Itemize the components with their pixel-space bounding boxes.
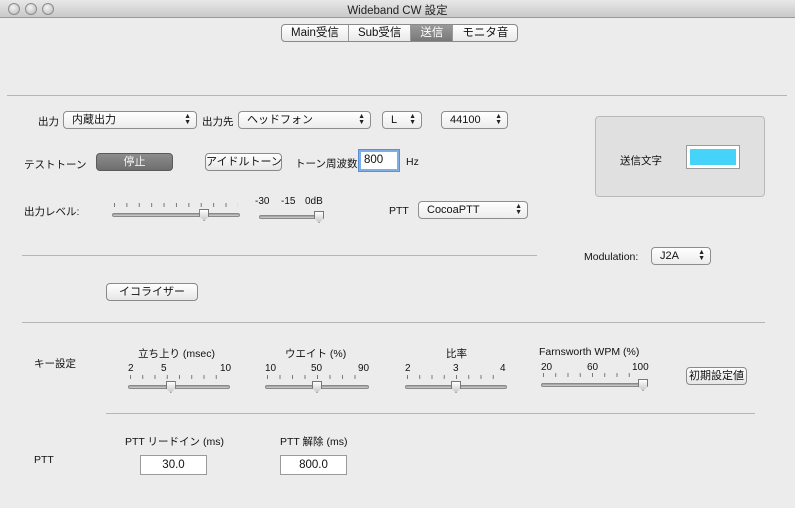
tone-freq-label: トーン周波数 <box>295 158 358 170</box>
ptt-release-input[interactable]: 800.0 <box>280 455 347 475</box>
weight-tick-mid: 50 <box>311 363 323 374</box>
slider-knob[interactable] <box>451 381 461 393</box>
slider-knob[interactable] <box>199 209 210 221</box>
ptt-leadin-input[interactable]: 30.0 <box>140 455 207 475</box>
ptt-output-value: CocoaPTT <box>427 204 480 216</box>
ratio-label: 比率 <box>446 348 467 360</box>
key-settings-label: キー設定 <box>34 358 76 370</box>
weight-label: ウエイト (%) <box>285 348 347 360</box>
updown-arrows-icon: ▲ ▼ <box>184 113 191 126</box>
tab-monitor-sound[interactable]: モニタ音 <box>453 25 517 41</box>
tab-sub-receive[interactable]: Sub受信 <box>349 25 412 41</box>
slider-knob[interactable] <box>165 381 176 393</box>
output-level-slider[interactable] <box>112 203 240 224</box>
output-label: 出力 <box>38 116 59 128</box>
sample-rate-popup[interactable]: 44100 ▲ ▼ <box>441 111 508 129</box>
tab-bar: Main受信 Sub受信 送信 モニタ音 <box>281 24 519 42</box>
modulation-popup[interactable]: J2A ▲ ▼ <box>651 247 711 265</box>
modulation-value: J2A <box>660 250 679 262</box>
ptt-divider <box>106 413 755 414</box>
send-text-label: 送信文字 <box>620 155 662 167</box>
weight-slider[interactable] <box>265 375 369 396</box>
rise-tick-min: 2 <box>128 363 134 374</box>
farnsworth-label: Farnsworth WPM (%) <box>539 346 640 358</box>
channel-popup[interactable]: L ▲ ▼ <box>382 111 422 129</box>
ratio-tick-mid: 3 <box>453 363 459 374</box>
top-divider <box>7 95 787 96</box>
output-dest-popup[interactable]: ヘッドフォン ▲ ▼ <box>238 111 371 129</box>
level-tick-max: 0dB <box>305 196 323 207</box>
level-tick-min: -30 <box>255 196 270 207</box>
slider-knob[interactable] <box>638 379 648 391</box>
ptt-leadin-label: PTT リードイン (ms) <box>125 436 224 448</box>
tone-freq-unit: Hz <box>406 156 419 168</box>
idle-tone-button[interactable]: アイドルトーン <box>205 153 282 171</box>
ptt-section-label: PTT <box>34 454 54 466</box>
farnsworth-tick-mid: 60 <box>587 362 599 373</box>
weight-tick-max: 90 <box>358 363 370 374</box>
test-tone-label: テストトーン <box>24 159 87 171</box>
updown-arrows-icon: ▲ ▼ <box>515 203 522 216</box>
channel-value: L <box>391 114 398 126</box>
slider-knob[interactable] <box>314 211 324 223</box>
attenuator-slider[interactable] <box>259 210 324 226</box>
output-level-label: 出力レベル: <box>24 206 80 218</box>
tab-main-receive[interactable]: Main受信 <box>282 25 349 41</box>
farnsworth-slider[interactable] <box>541 373 648 394</box>
ptt-output-label: PTT <box>389 205 409 217</box>
reset-defaults-button[interactable]: 初期設定値 <box>686 367 747 385</box>
rise-tick-max: 10 <box>220 363 232 374</box>
slider-knob[interactable] <box>312 381 322 393</box>
rise-time-label: 立ち上り (msec) <box>138 348 215 360</box>
level-tick-mid: -15 <box>281 196 296 207</box>
updown-arrows-icon: ▲ ▼ <box>698 249 705 262</box>
tone-freq-input[interactable]: 800 <box>359 150 399 171</box>
farnsworth-tick-max: 100 <box>632 362 649 373</box>
rise-tick-mid: 5 <box>161 363 167 374</box>
ratio-slider[interactable] <box>405 375 507 396</box>
ratio-tick-min: 2 <box>405 363 411 374</box>
window-title: Wideband CW 設定 <box>347 5 448 17</box>
ratio-tick-max: 4 <box>500 363 506 374</box>
output-dest-label: 出力先 <box>202 116 234 128</box>
updown-arrows-icon: ▲ ▼ <box>358 113 365 126</box>
mid-divider <box>22 255 537 256</box>
key-divider <box>22 322 765 323</box>
output-device-popup[interactable]: 内蔵出力 ▲ ▼ <box>63 111 197 129</box>
weight-tick-min: 10 <box>265 363 277 374</box>
equalizer-button[interactable]: イコライザー <box>106 283 198 301</box>
output-device-value: 内蔵出力 <box>72 114 116 126</box>
color-swatch <box>690 149 736 165</box>
stop-button[interactable]: 停止 <box>96 153 173 171</box>
ptt-release-label: PTT 解除 (ms) <box>280 436 348 448</box>
send-text-color-well[interactable] <box>686 145 740 169</box>
modulation-label: Modulation: <box>584 251 639 263</box>
rise-time-slider[interactable] <box>128 375 230 396</box>
sample-rate-value: 44100 <box>450 114 481 126</box>
updown-arrows-icon: ▲ ▼ <box>495 113 502 126</box>
output-dest-value: ヘッドフォン <box>247 114 313 126</box>
farnsworth-tick-min: 20 <box>541 362 553 373</box>
updown-arrows-icon: ▲ ▼ <box>409 113 416 126</box>
ptt-output-popup[interactable]: CocoaPTT ▲ ▼ <box>418 201 528 219</box>
tab-transmit[interactable]: 送信 <box>411 25 454 41</box>
